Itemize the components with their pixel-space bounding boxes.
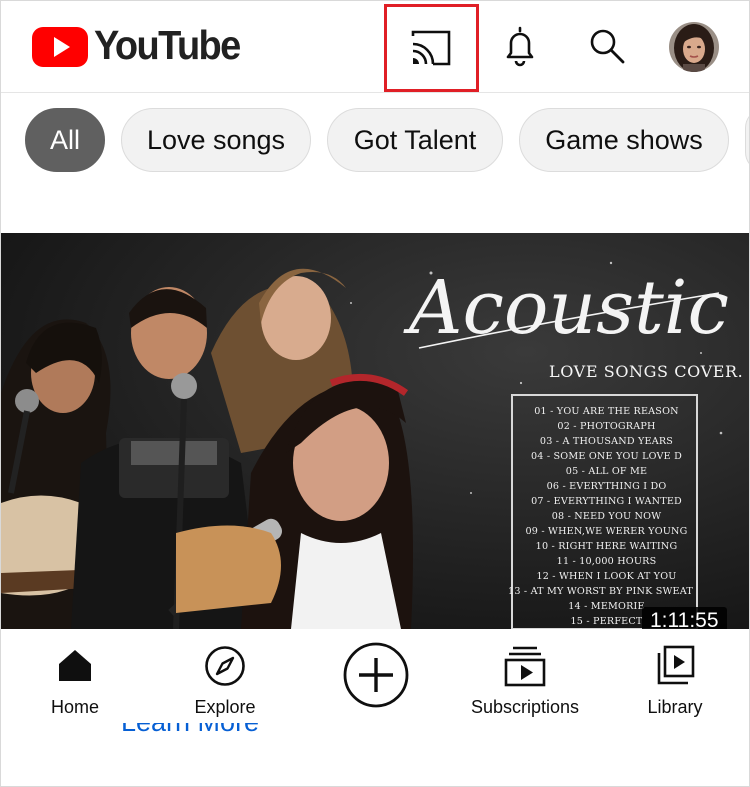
compass-icon bbox=[205, 646, 245, 686]
nav-home[interactable]: Home bbox=[45, 629, 105, 723]
bottom-navigation: Home Explore Subscriptions Library bbox=[1, 629, 749, 723]
cast-icon[interactable] bbox=[409, 28, 453, 72]
library-icon bbox=[657, 645, 695, 685]
chip-love-songs[interactable]: Love songs bbox=[121, 108, 311, 172]
nav-subscriptions-label: Subscriptions bbox=[470, 697, 580, 717]
nav-explore-label: Explore bbox=[194, 697, 256, 717]
track-item: 10 - RIGHT HERE WAITING bbox=[535, 541, 678, 552]
youtube-logo[interactable]: YouTube bbox=[31, 23, 241, 69]
search-icon[interactable] bbox=[585, 24, 629, 68]
track-item: 13 - AT MY WORST BY PINK SWEAT bbox=[508, 586, 693, 597]
home-icon bbox=[59, 650, 91, 681]
nav-subscriptions[interactable]: Subscriptions bbox=[465, 629, 585, 723]
track-item: 05 - ALL OF ME bbox=[565, 466, 648, 477]
video-thumbnail[interactable]: Acoustic LOVE SONGS COVER. 01 - YOU ARE … bbox=[1, 233, 749, 629]
track-item: 03 - A THOUSAND YEARS bbox=[539, 436, 674, 447]
chip-next-partial[interactable] bbox=[745, 108, 749, 172]
top-app-bar: YouTube bbox=[1, 1, 749, 93]
track-item: 08 - NEED YOU NOW bbox=[551, 511, 662, 522]
track-item: 06 - EVERYTHING I DO bbox=[546, 481, 667, 492]
track-item: 07 - EVERYTHING I WANTED bbox=[531, 496, 682, 507]
chip-got-talent[interactable]: Got Talent bbox=[327, 108, 503, 172]
nav-explore[interactable]: Explore bbox=[185, 629, 265, 723]
acoustic-title-art: Acoustic bbox=[403, 265, 729, 351]
bell-icon[interactable] bbox=[498, 24, 542, 68]
create-plus-icon[interactable] bbox=[343, 642, 409, 708]
tracklist-box: 01 - YOU ARE THE REASON 02 - PHOTOGRAPH … bbox=[508, 394, 698, 629]
avatar[interactable] bbox=[669, 22, 719, 72]
track-item: 12 - WHEN I LOOK AT YOU bbox=[536, 571, 677, 582]
track-item: 09 - WHEN,WE WERER YOUNG bbox=[525, 526, 688, 537]
track-item: 02 - PHOTOGRAPH bbox=[557, 421, 656, 432]
logo-wordmark: YouTube bbox=[94, 23, 241, 69]
chip-all[interactable]: All bbox=[25, 108, 105, 172]
subscriptions-icon bbox=[504, 646, 546, 687]
nav-home-label: Home bbox=[50, 697, 99, 717]
video-subtitle: LOVE SONGS COVER. bbox=[549, 362, 744, 381]
filter-chips-bar: All Love songs Got Talent Game shows bbox=[1, 108, 749, 174]
video-duration-badge: 1:11:55 bbox=[642, 607, 727, 629]
nav-library-label: Library bbox=[647, 697, 703, 717]
svg-text:Acoustic: Acoustic bbox=[403, 265, 729, 351]
app-frame: YouTube All Love songs Got Talent Game s… bbox=[0, 0, 750, 787]
youtube-play-icon bbox=[32, 26, 88, 67]
nav-library[interactable]: Library bbox=[645, 629, 705, 723]
track-item: 01 - YOU ARE THE REASON bbox=[534, 406, 679, 417]
track-item: 04 - SOME ONE YOU LOVE D bbox=[530, 451, 683, 462]
track-item: 11 - 10,000 HOURS bbox=[556, 556, 657, 567]
chip-game-shows[interactable]: Game shows bbox=[519, 108, 729, 172]
